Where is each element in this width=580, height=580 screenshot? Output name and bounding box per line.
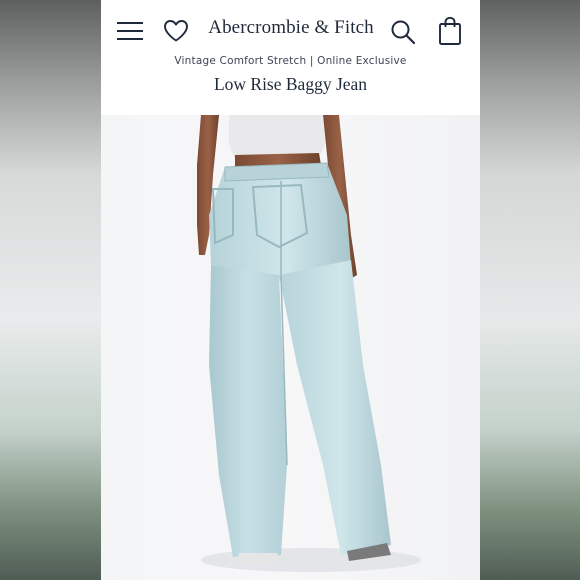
product-title: Low Rise Baggy Jean xyxy=(213,74,368,94)
menu-icon[interactable] xyxy=(117,21,143,41)
bag-icon[interactable] xyxy=(438,16,462,46)
backdrop-left xyxy=(0,0,101,580)
backdrop-right xyxy=(479,0,580,580)
brand-logo[interactable]: Abercrombie & Fitch xyxy=(196,17,386,39)
product-subtitle: Vintage Comfort Stretch | Online Exclusi… xyxy=(174,55,407,67)
app-screen: Abercrombie & Fitch Vintage Comfort Stre… xyxy=(101,0,480,580)
search-icon[interactable] xyxy=(390,19,416,45)
product-photo[interactable] xyxy=(101,115,480,580)
heart-icon[interactable] xyxy=(163,19,189,43)
jeans-illustration xyxy=(197,115,421,572)
header: Abercrombie & Fitch Vintage Comfort Stre… xyxy=(101,0,480,115)
